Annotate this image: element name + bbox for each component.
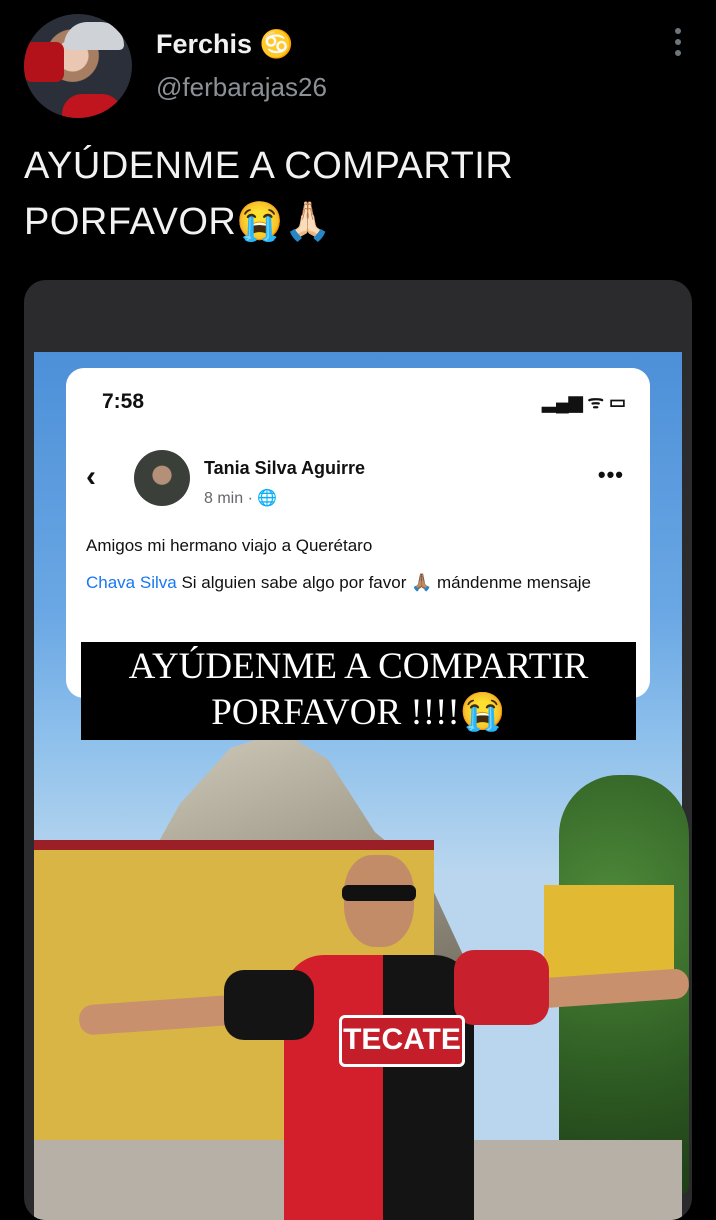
overlay-line-2: PORFAVOR !!!!😭 — [211, 692, 506, 733]
post-line-2: Chava Silva Si alguien sabe algo por fav… — [86, 568, 636, 598]
post-line-1: Amigos mi hermano viajo a Querétaro — [86, 536, 373, 555]
sunglasses — [342, 885, 416, 901]
post-author-name: Tania Silva Aguirre — [204, 458, 366, 478]
post-line-2-text: Si alguien sabe algo por favor 🙏🏽 mánden… — [176, 573, 592, 592]
status-icons: ▂▄▆ ᯤ ▭ — [542, 392, 626, 412]
more-options-icon[interactable] — [668, 28, 688, 58]
left-sleeve — [224, 970, 314, 1040]
avatar-hat — [64, 22, 124, 50]
tweet-media[interactable]: TECATE 7:58 ▂▄▆ ᯤ ▭ ‹ Tania Silva Aguirr… — [24, 280, 692, 1220]
author-name[interactable]: Ferchis ♋ — [156, 28, 293, 60]
post-mention: Chava Silva — [86, 573, 177, 592]
status-time: 7:58 — [102, 390, 145, 413]
jersey-logo: TECATE — [339, 1015, 465, 1067]
avatar-bg-red — [24, 42, 64, 82]
overlay-caption: AYÚDENME A COMPARTIR PORFAVOR !!!!😭 — [81, 642, 636, 740]
right-sleeve — [454, 950, 549, 1025]
author-avatar[interactable] — [24, 14, 132, 118]
tweet-text: AYÚDENME A COMPARTIR PORFAVOR😭🙏🏻 — [24, 145, 514, 243]
tweet: Ferchis ♋ @ferbarajas26 AYÚDENME A COMPA… — [0, 0, 716, 1220]
overlay-line-1: AYÚDENME A COMPARTIR — [128, 646, 589, 687]
author-handle[interactable]: @ferbarajas26 — [156, 72, 327, 103]
post-more-icon: ••• — [597, 462, 624, 487]
post-meta: 8 min · 🌐 — [204, 490, 278, 507]
back-icon: ‹ — [86, 460, 96, 493]
avatar-shirt — [62, 94, 122, 118]
man-head — [344, 855, 414, 947]
post-author-avatar — [134, 450, 190, 506]
